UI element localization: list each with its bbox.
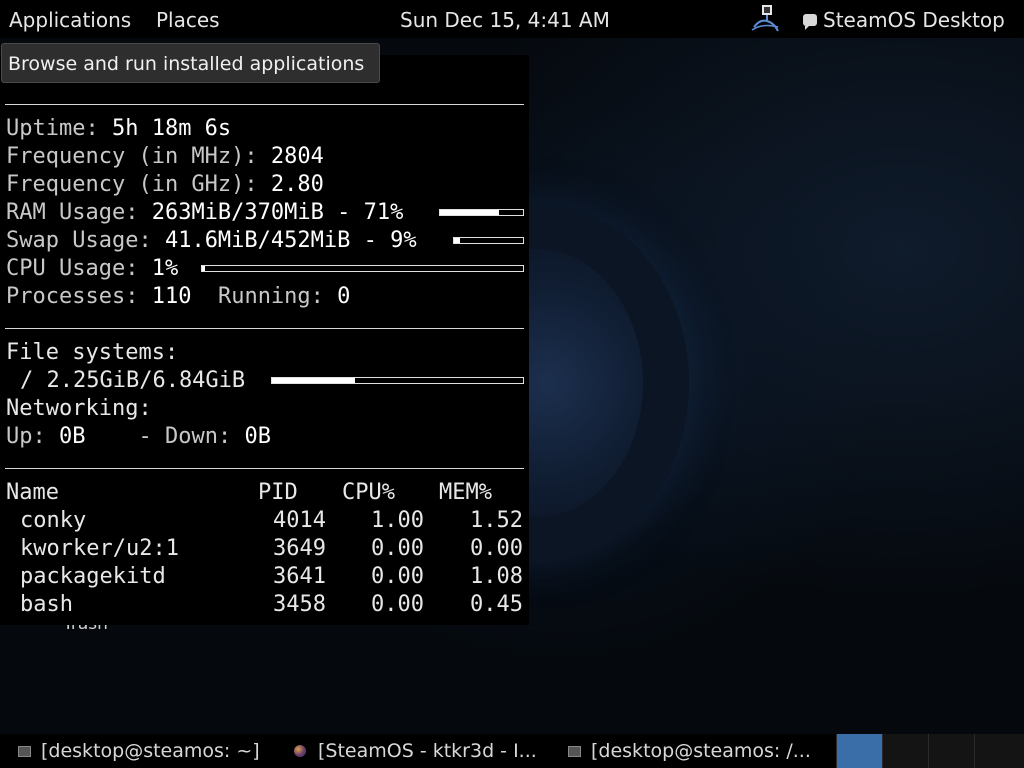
swap-row: Swap Usage: 41.6MiB/452MiB - 9% — [6, 228, 417, 253]
places-menu[interactable]: Places — [156, 7, 220, 33]
workspace-1[interactable] — [836, 734, 882, 768]
cell-pid: 4014 — [273, 508, 326, 533]
network-icon[interactable] — [750, 3, 780, 33]
session-label: SteamOS Desktop — [823, 8, 1005, 32]
task-label: [desktop@steamos: /... — [591, 740, 811, 762]
cell-name: kworker/u2:1 — [20, 536, 179, 561]
divider — [5, 328, 524, 329]
network-row: Up: 0B - Down: 0B — [6, 424, 271, 449]
cell-cpu: 1.00 — [371, 508, 424, 533]
workspace-2[interactable] — [882, 734, 928, 768]
task-terminal-root[interactable]: [desktop@steamos: /... — [568, 734, 830, 768]
applications-tooltip: Browse and run installed applications — [1, 43, 380, 83]
session-menu[interactable]: SteamOS Desktop — [803, 7, 1005, 33]
clock[interactable]: Sun Dec 15, 4:41 AM — [400, 7, 610, 33]
conky-system-monitor: Uptime: 5h 18m 6s Frequency (in MHz): 28… — [0, 55, 529, 625]
cell-name: conky — [20, 508, 87, 533]
cell-name: bash — [20, 592, 73, 617]
networking-heading: Networking: — [6, 396, 152, 421]
bottom-taskbar: [desktop@steamos: ~] [SteamOS - ktkr3d -… — [0, 734, 1024, 768]
top-panel: Applications Places Sun Dec 15, 4:41 AM … — [0, 0, 1024, 38]
task-label: [SteamOS - ktkr3d - I... — [318, 740, 537, 762]
filesystems-heading: File systems: — [6, 340, 179, 365]
header-name: Name — [6, 480, 59, 505]
freq-mhz-row: Frequency (in MHz): 2804 — [6, 144, 324, 169]
swap-usage-bar — [453, 237, 524, 244]
workspace-4[interactable] — [974, 734, 1024, 768]
header-pid: PID — [258, 480, 298, 505]
terminal-icon — [568, 745, 581, 757]
ram-row: RAM Usage: 263MiB/370MiB - 71% — [6, 200, 404, 225]
header-cpu: CPU% — [342, 480, 395, 505]
task-terminal-home[interactable]: [desktop@steamos: ~] — [18, 734, 280, 768]
cell-mem: 1.08 — [470, 564, 523, 589]
freq-ghz-row: Frequency (in GHz): 2.80 — [6, 172, 324, 197]
header-mem: MEM% — [439, 480, 492, 505]
cell-mem: 1.52 — [470, 508, 523, 533]
cell-cpu: 0.00 — [371, 564, 424, 589]
cell-mem: 0.00 — [470, 536, 523, 561]
task-label: [desktop@steamos: ~] — [41, 740, 260, 762]
cell-cpu: 0.00 — [371, 592, 424, 617]
task-steamos-browser[interactable]: [SteamOS - ktkr3d - I... — [294, 734, 556, 768]
desktop-background: Trash Applications Places Sun Dec 15, 4:… — [0, 0, 1024, 768]
filesystem-root: / 2.25GiB/6.84GiB — [20, 368, 246, 393]
processes-row: Processes: 110 Running: 0 — [6, 284, 351, 309]
uptime-row: Uptime: 5h 18m 6s — [6, 116, 232, 141]
cell-pid: 3458 — [273, 592, 326, 617]
divider — [5, 104, 524, 105]
divider — [5, 468, 524, 469]
terminal-icon — [18, 745, 31, 757]
workspace-3[interactable] — [928, 734, 974, 768]
cpu-usage-bar — [201, 265, 524, 272]
applications-menu[interactable]: Applications — [9, 7, 131, 33]
cell-pid: 3641 — [273, 564, 326, 589]
filesystem-usage-bar — [271, 377, 524, 384]
ram-usage-bar — [439, 209, 524, 216]
cpu-row: CPU Usage: 1% — [6, 256, 179, 281]
cell-cpu: 0.00 — [371, 536, 424, 561]
browser-icon — [294, 745, 306, 757]
chat-bubble-icon — [803, 14, 817, 30]
cell-pid: 3649 — [273, 536, 326, 561]
cell-name: packagekitd — [20, 564, 166, 589]
cell-mem: 0.45 — [470, 592, 523, 617]
